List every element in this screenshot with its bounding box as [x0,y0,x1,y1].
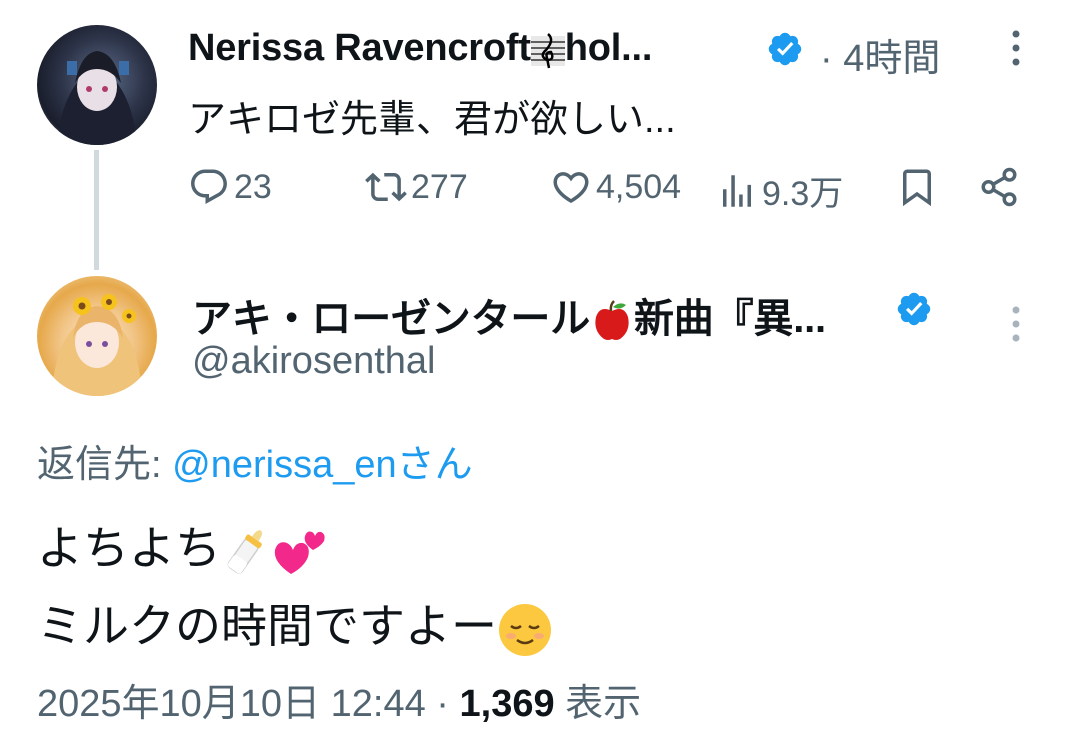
more-icon[interactable] [1006,304,1026,344]
reply-icon [191,169,227,204]
reply-to-line: 返信先: @nerissa_enさん [37,444,473,486]
avatar[interactable] [37,276,157,396]
relieved-face-icon [499,603,551,656]
tweet-text-line: よちよち [37,512,331,580]
retweet-count: 277 [411,167,468,206]
retweet-button[interactable]: 277 [365,166,468,208]
bookmark-icon [903,169,931,207]
tweet-text-line: ミルクの時間ですよー [37,590,553,658]
like-icon [553,172,589,204]
retweet-icon [365,172,407,202]
two-hearts-icon [274,531,325,574]
verified-icon [768,32,802,66]
tweet-meta: 2025年10月10日 12:44 · 1,369 表示 [37,683,642,725]
views-count: 9.3万 [762,175,844,213]
tweet-time[interactable]: · 4時間 [820,27,940,82]
view-count: 1,369 [459,683,555,725]
reply-mention-link[interactable]: @nerissa_en [172,444,396,486]
tweet-text: アキロゼ先輩、君が欲しい... [188,99,676,141]
apple-icon [595,300,629,341]
bookmark-button[interactable] [896,166,938,208]
tweet-timestamp[interactable]: 2025年10月10日 12:44 [37,683,426,725]
like-button[interactable]: 4,504 [550,166,681,208]
share-button[interactable] [978,166,1020,208]
thread-connector [94,150,99,270]
reply-count: 23 [234,167,272,206]
display-name[interactable]: アキ・ローゼンタール 新曲『異... [192,286,826,344]
views-icon [723,174,751,207]
display-name[interactable]: Nerissa Ravencroft hol... [188,27,652,70]
share-icon [981,167,1017,207]
more-icon[interactable] [1006,28,1026,68]
user-handle[interactable]: @akirosenthal [192,340,435,383]
avatar[interactable] [37,25,157,145]
like-count: 4,504 [596,167,682,206]
views-button[interactable]: 9.3万 [716,166,843,215]
reply-button[interactable]: 23 [188,166,272,208]
treble-clef-icon [530,33,565,69]
verified-icon [897,292,931,326]
baby-bottle-icon [227,530,263,574]
